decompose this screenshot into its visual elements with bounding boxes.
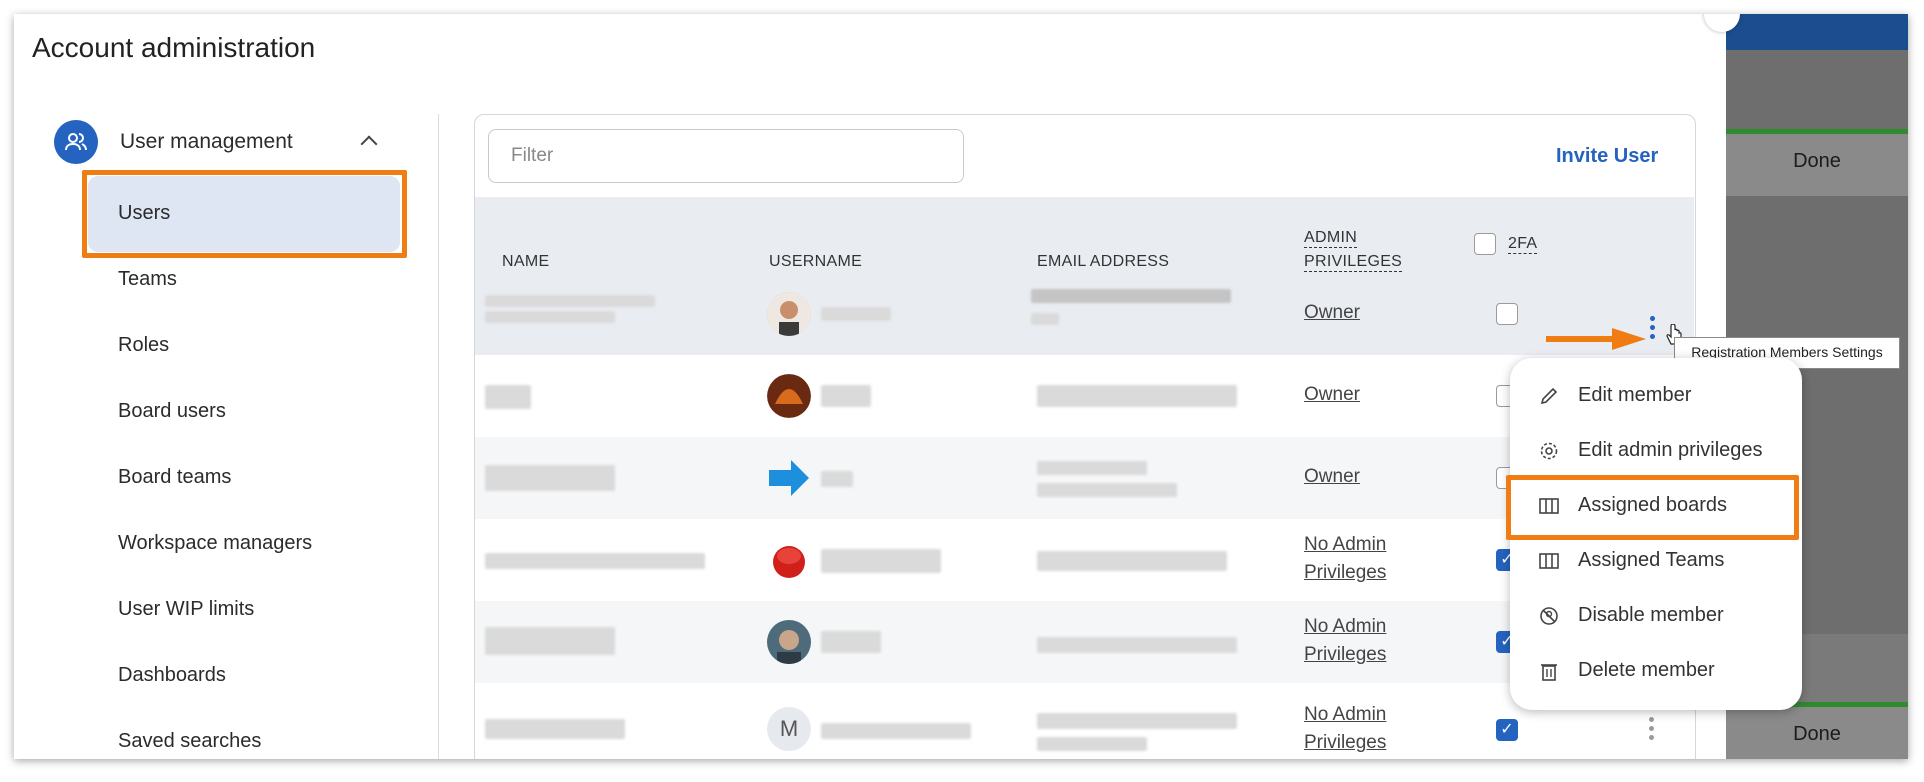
menu-item-disable-member[interactable]: Disable member [1538,604,1724,627]
menu-item-label: Delete member [1578,659,1715,681]
sidebar-item-board-teams[interactable]: Board teams [118,466,231,489]
email-cell-redacted [1037,385,1237,407]
admin-privileges-link-line1[interactable]: No Admin [1304,613,1386,641]
account-admin-modal: Account administration User management U… [14,14,1740,759]
row-actions-kebab-icon[interactable] [1649,717,1655,743]
column-header-admin-line2[interactable]: PRIVILEGES [1304,253,1403,272]
email-cell-redacted [1037,461,1147,475]
sidebar-item-users[interactable]: Users [118,202,170,225]
disable-icon [1538,605,1560,627]
admin-privileges-link-line2[interactable]: Privileges [1304,729,1386,757]
column-header-username[interactable]: USERNAME [769,253,862,271]
admin-privileges-link[interactable]: Owner [1304,299,1360,327]
name-cell-redacted [485,553,705,569]
email-cell-redacted [1037,551,1227,571]
row-actions-kebab-icon[interactable] [1650,316,1656,342]
sidebar-item-saved-searches[interactable]: Saved searches [118,730,261,753]
name-cell-redacted [485,295,655,307]
avatar: M [767,707,811,751]
username-cell-redacted [821,723,971,739]
username-cell-redacted [821,385,871,407]
menu-item-label: Edit member [1578,384,1692,406]
avatar [767,456,811,500]
menu-item-edit-member[interactable]: Edit member [1538,384,1691,407]
2fa-checkbox[interactable] [1496,303,1518,325]
sidebar-item-teams[interactable]: Teams [118,268,177,291]
avatar [767,620,811,664]
name-cell-redacted [485,627,615,655]
avatar [767,538,811,582]
admin-privileges-link-line2[interactable]: Privileges [1304,559,1386,587]
email-cell-redacted [1031,313,1059,325]
filter-input[interactable] [488,129,964,183]
username-cell-redacted [821,471,853,487]
sidebar-item-user-wip-limits[interactable]: User WIP limits [118,598,254,621]
username-cell-redacted [821,631,881,653]
sidebar-item-dashboards[interactable]: Dashboards [118,664,226,687]
username-cell-redacted [821,307,891,321]
email-cell-redacted [1037,637,1237,653]
menu-item-label: Disable member [1578,604,1724,626]
table-row[interactable]: Owner [475,273,1694,355]
table-header: NAME USERNAME EMAIL ADDRESS ADMIN PRIVIL… [475,197,1694,273]
background-done-label: Done [1793,150,1841,172]
admin-privileges-link-line2[interactable]: Privileges [1304,641,1386,669]
name-cell-redacted [485,719,625,739]
sidebar-divider [438,114,439,759]
admin-privileges-link-line1[interactable]: No Admin [1304,531,1386,559]
email-cell-redacted [1031,289,1231,303]
highlight-arrow-icon [1546,328,1646,355]
column-header-email[interactable]: EMAIL ADDRESS [1037,253,1169,271]
email-cell-redacted [1037,713,1237,729]
background-header [1726,14,1908,50]
admin-privileges-link[interactable]: Owner [1304,463,1360,491]
screenshot-frame: Done Done Account administration User ma… [14,14,1908,759]
sidebar-section-label: User management [120,130,293,153]
2fa-checkbox[interactable]: ✓ [1496,719,1518,741]
column-header-2fa[interactable]: 2FA [1508,235,1538,254]
username-cell-redacted [821,549,941,573]
email-cell-redacted [1037,737,1147,751]
sidebar-section-user-management[interactable]: User management [54,120,293,164]
sidebar-item-workspace-managers[interactable]: Workspace managers [118,532,312,555]
avatar [767,374,811,418]
highlight-box-assigned-boards [1506,475,1799,540]
column-header-name[interactable]: NAME [502,253,549,271]
invite-user-button[interactable]: Invite User [1556,145,1658,168]
chevron-up-icon[interactable] [360,135,378,153]
menu-item-assigned-teams[interactable]: Assigned Teams [1538,549,1724,572]
sidebar-item-roles[interactable]: Roles [118,334,169,357]
board-icon [1538,550,1560,572]
menu-item-edit-admin-privileges[interactable]: Edit admin privileges [1538,439,1763,462]
menu-item-label: Assigned Teams [1578,549,1725,571]
email-cell-redacted [1037,483,1177,497]
menu-item-label: Edit admin privileges [1578,439,1763,461]
admin-privileges-link[interactable]: Owner [1304,381,1360,409]
background-done-label: Done [1793,723,1841,745]
page-title: Account administration [32,32,316,63]
gear-icon [1538,440,1560,462]
user-management-icon [54,120,98,164]
name-cell-redacted [485,465,615,491]
name-cell-redacted [485,311,615,323]
admin-privileges-link-line1[interactable]: No Admin [1304,701,1386,729]
select-all-checkbox[interactable] [1474,233,1496,255]
trash-icon [1538,660,1560,682]
avatar [767,292,811,336]
column-header-admin-line1[interactable]: ADMIN [1304,229,1358,248]
menu-item-delete-member[interactable]: Delete member [1538,659,1715,682]
pencil-icon [1538,385,1560,407]
name-cell-redacted [485,385,531,409]
sidebar-item-board-users[interactable]: Board users [118,400,226,423]
